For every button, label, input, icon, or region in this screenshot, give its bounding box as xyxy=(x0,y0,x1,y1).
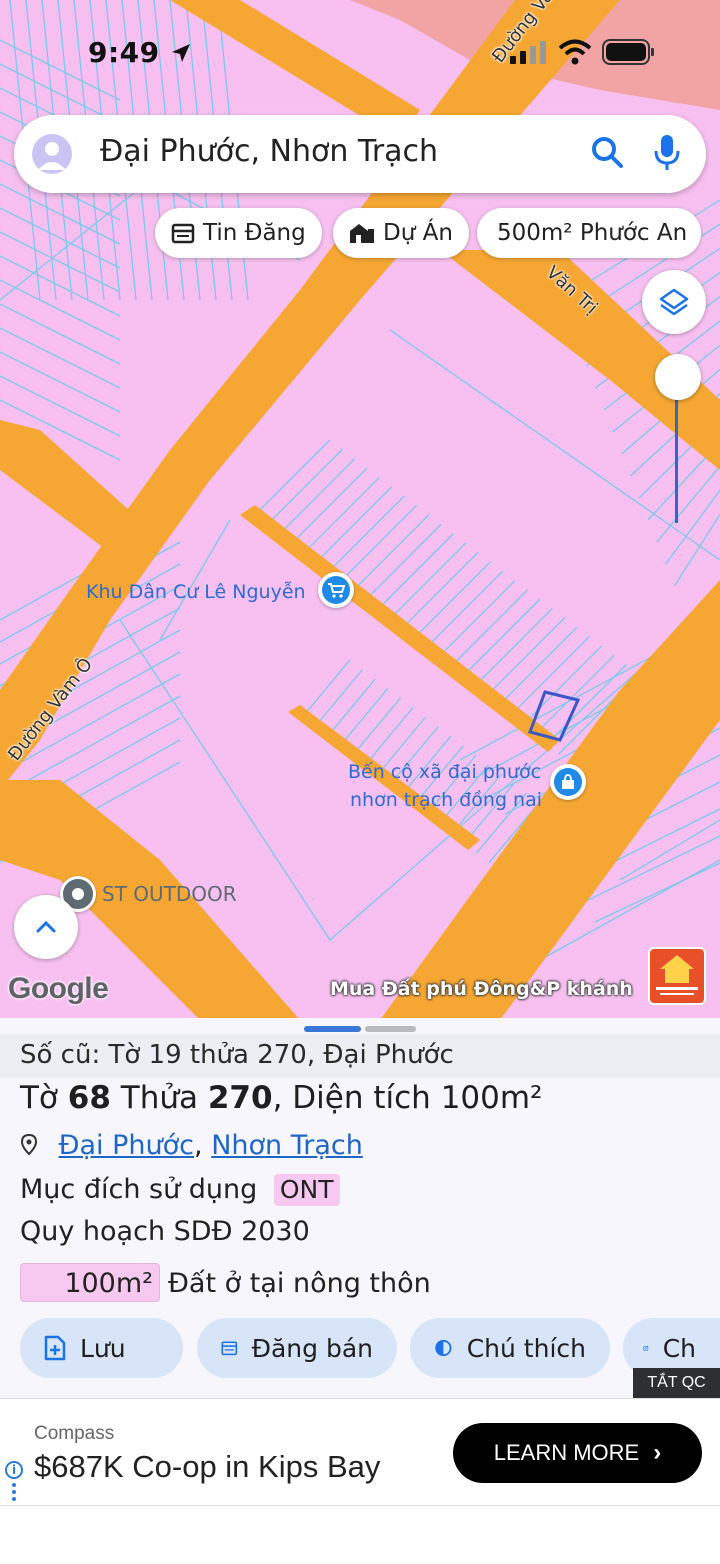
lot-number: 270 xyxy=(207,1080,273,1116)
layers-icon xyxy=(659,288,689,316)
chip-listings[interactable]: Tin Đăng xyxy=(155,208,322,258)
place-label-outdoor[interactable]: ST OUTDOOR xyxy=(102,882,237,906)
zoom-slider-thumb[interactable] xyxy=(655,354,701,400)
buildings-icon xyxy=(350,224,374,243)
learn-more-button[interactable]: LEARN MORE › xyxy=(453,1423,702,1483)
avatar[interactable] xyxy=(32,134,72,174)
place-pin-ferry[interactable] xyxy=(550,764,586,800)
battery-icon xyxy=(602,39,654,65)
zoom-slider-track[interactable] xyxy=(675,395,678,523)
sheet-number: 68 xyxy=(67,1080,111,1116)
chip-label: 500m² Phước An xyxy=(497,220,688,246)
watermark-logo xyxy=(648,947,706,1005)
ad-info-icon[interactable]: i xyxy=(5,1461,23,1479)
listing-icon xyxy=(171,223,195,244)
status-bar: 9:49 xyxy=(0,24,720,80)
user-icon xyxy=(38,142,66,170)
post-sale-label: Đăng bán xyxy=(251,1333,373,1363)
photo-label: Ch xyxy=(662,1333,696,1363)
place-pin-residential[interactable] xyxy=(318,572,354,608)
watermark-text: Mua Đất phú Đông&P khánh xyxy=(330,978,633,1000)
purpose-code-badge: ONT xyxy=(273,1174,340,1206)
purpose-label: Mục đích sử dụng xyxy=(20,1174,258,1205)
search-icon[interactable] xyxy=(590,135,626,171)
place-label-ferry-line1[interactable]: Bến cộ xã đại phước xyxy=(348,758,541,786)
shopping-cart-icon xyxy=(328,583,345,598)
sheet-handle-inactive[interactable] xyxy=(365,1026,416,1032)
search-bar[interactable]: Đại Phước, Nhơn Trạch xyxy=(14,115,706,193)
cta-label: LEARN MORE xyxy=(493,1440,640,1465)
chip-phuoc-an[interactable]: 500m² Phước An xyxy=(477,208,702,258)
place-label-residential[interactable]: Khu Dân Cư Lê Nguyễn xyxy=(86,578,306,606)
location-line: Đại Phước, Nhơn Trạch xyxy=(20,1130,363,1161)
clock: 9:49 xyxy=(88,36,192,69)
contrast-icon xyxy=(435,1339,452,1357)
wifi-icon xyxy=(558,39,592,65)
add-file-icon xyxy=(44,1335,66,1361)
chevron-right-icon: › xyxy=(653,1439,662,1466)
microphone-icon[interactable] xyxy=(652,133,682,173)
chevron-up-icon xyxy=(36,920,56,933)
house-logo-icon xyxy=(656,955,698,995)
shopping-bag-icon xyxy=(562,774,574,789)
sheet-handle-active[interactable] xyxy=(304,1026,361,1032)
ad-banner[interactable]: i Compass $687K Co-op in Kips Bay LEARN … xyxy=(0,1398,720,1506)
listing-icon xyxy=(221,1341,238,1356)
lot-label: Thửa xyxy=(120,1080,198,1116)
map-view[interactable]: 9:49 Đại Phước, Nhơn Trạch Tin Đăng Dự Á… xyxy=(0,0,720,1020)
ad-brand: Compass xyxy=(34,1423,115,1444)
plan-area-swatch: 100m² xyxy=(20,1263,160,1302)
location-arrow-icon xyxy=(171,44,190,62)
save-label: Lưu xyxy=(80,1333,126,1363)
chip-label: Tin Đăng xyxy=(203,220,306,246)
legend-button[interactable]: Chú thích xyxy=(410,1318,610,1378)
area-value: 100m² xyxy=(440,1080,543,1116)
sheet-label: Tờ xyxy=(20,1080,58,1116)
plan-use: Đất ở tại nông thôn xyxy=(168,1268,431,1299)
ad-menu-icon[interactable] xyxy=(12,1483,16,1504)
chip-label: Dự Án xyxy=(383,220,453,246)
expand-up-button[interactable] xyxy=(14,895,78,959)
location-pin-icon xyxy=(20,1133,38,1156)
old-reference: Số cũ: Tờ 19 thửa 270, Đại Phước xyxy=(0,1034,720,1078)
chip-projects[interactable]: Dự Án xyxy=(333,208,469,258)
add-photo-icon xyxy=(643,1345,649,1351)
ad-title[interactable]: $687K Co-op in Kips Bay xyxy=(34,1449,380,1485)
save-button[interactable]: Lưu xyxy=(20,1318,183,1378)
place-label-ferry-line2[interactable]: nhơn trạch đồng nai xyxy=(350,786,542,814)
post-sale-button[interactable]: Đăng bán xyxy=(197,1318,397,1378)
google-logo: Google xyxy=(8,972,109,1005)
district-link[interactable]: Nhơn Trạch xyxy=(211,1130,363,1161)
plan-label: Quy hoạch SDĐ 2030 xyxy=(20,1216,310,1247)
legend-label: Chú thích xyxy=(466,1333,586,1363)
land-use-purpose: Mục đích sử dụng ONT xyxy=(20,1174,340,1206)
search-input[interactable]: Đại Phước, Nhơn Trạch xyxy=(100,134,438,169)
plan-row: 100m² Đất ở tại nông thôn xyxy=(20,1263,431,1302)
area-label: Diện tích xyxy=(292,1080,431,1116)
parcel-title: Tờ 68 Thửa 270, Diện tích 100m² xyxy=(20,1080,543,1116)
hide-ads-button[interactable]: TẮT QC xyxy=(633,1368,720,1398)
layers-button[interactable] xyxy=(642,270,706,334)
ward-link[interactable]: Đại Phước xyxy=(59,1130,194,1161)
